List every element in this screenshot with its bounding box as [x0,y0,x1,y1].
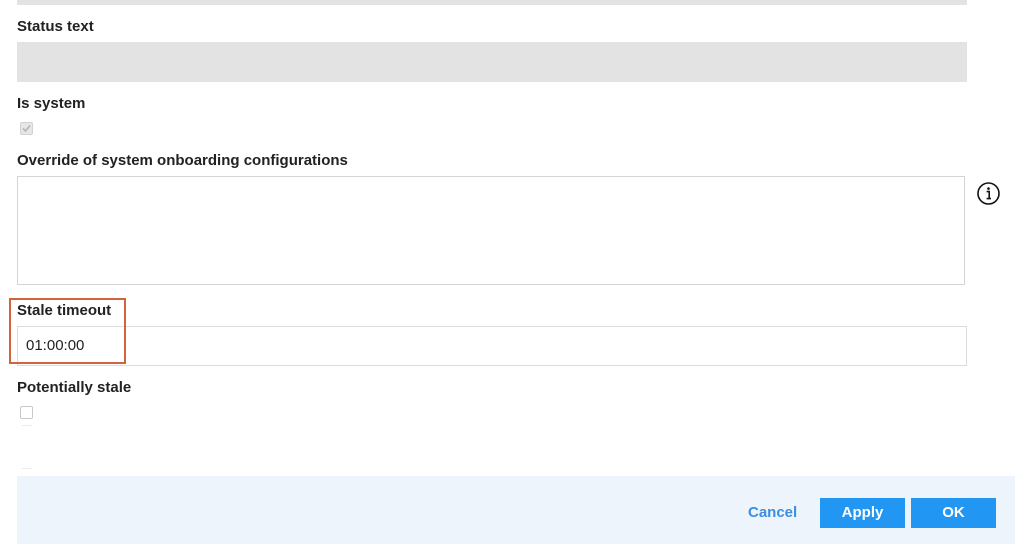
status-text-field [17,42,967,82]
faint-divider [22,468,32,469]
stale-timeout-label: Stale timeout [17,302,112,319]
form-page: Status text Is system Override of system… [0,0,1015,544]
stale-timeout-input[interactable]: 01:00:00 [17,326,967,366]
override-textarea[interactable] [17,176,965,285]
override-label: Override of system onboarding configurat… [17,152,348,169]
info-icon[interactable] [976,181,1001,206]
ok-button[interactable]: OK [911,498,996,528]
apply-button[interactable]: Apply [820,498,905,528]
potentially-stale-label: Potentially stale [17,379,132,396]
status-text-label: Status text [17,18,94,35]
dialog-footer: Cancel Apply OK [17,476,1015,544]
previous-field-bottom [17,0,967,5]
faint-divider [22,425,32,426]
is-system-label: Is system [17,95,86,112]
checkmark-icon [22,124,31,133]
potentially-stale-checkbox[interactable] [20,406,33,419]
is-system-checkbox [20,122,33,135]
cancel-button[interactable]: Cancel [748,502,797,524]
